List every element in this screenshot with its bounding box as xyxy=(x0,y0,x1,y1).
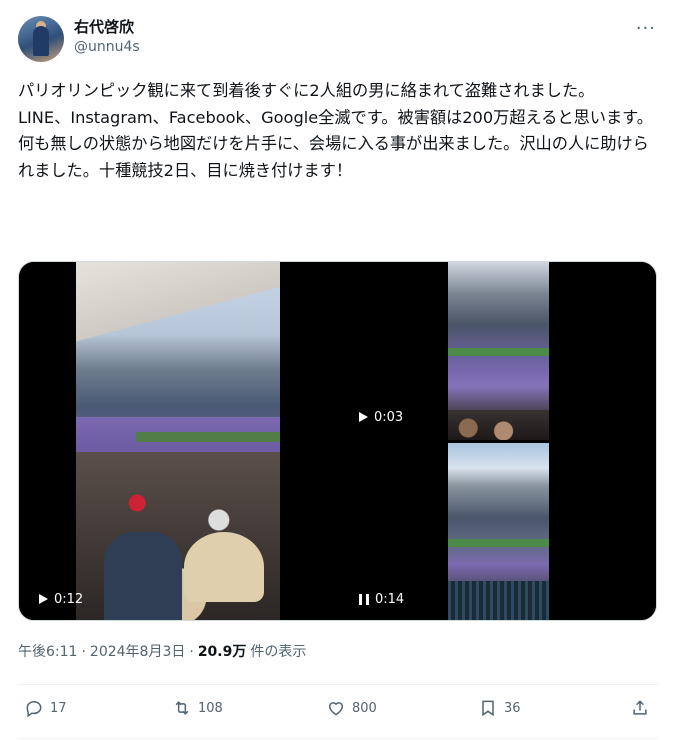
video-thumbnail xyxy=(448,262,549,440)
tweet-meta: 午後6:11 · 2024年8月3日 · 20.9万 件の表示 xyxy=(18,641,306,661)
play-icon xyxy=(39,594,48,604)
play-icon xyxy=(359,412,368,422)
video-thumbnail xyxy=(76,262,280,620)
divider xyxy=(18,684,658,685)
video-thumbnail xyxy=(448,443,549,620)
author-handle[interactable]: @unnu4s xyxy=(74,39,140,55)
video-duration: 0:14 xyxy=(375,591,405,607)
reply-button[interactable]: 17 xyxy=(24,698,67,718)
like-count: 800 xyxy=(352,700,377,716)
video-duration-badge[interactable]: 0:12 xyxy=(35,588,89,610)
author-display-name[interactable]: 右代啓欣 xyxy=(74,16,134,37)
tweet-text: パリオリンピック観に来て到着後すぐに2人組の男に絡まれて盗難されました。 LIN… xyxy=(18,81,653,180)
avatar[interactable] xyxy=(18,16,64,62)
tweet-post: 右代啓欣 @unnu4s ··· パリオリンピック観に来て到着後すぐに2人組の男… xyxy=(0,0,680,740)
share-button[interactable] xyxy=(630,698,650,718)
reply-icon xyxy=(26,700,42,718)
views-label: 件の表示 xyxy=(250,644,307,660)
views-count[interactable]: 20.9万 xyxy=(198,641,247,661)
post-date[interactable]: 2024年8月3日 xyxy=(90,641,185,661)
heart-icon xyxy=(328,702,344,716)
repost-count: 108 xyxy=(198,700,223,716)
repost-icon xyxy=(175,701,189,715)
meta-separator: · xyxy=(189,644,194,660)
video-duration-badge[interactable]: 0:14 xyxy=(355,588,410,610)
video-tile-2[interactable]: 0:03 xyxy=(339,262,656,440)
video-tile-1[interactable]: 0:12 xyxy=(19,262,336,620)
video-duration-badge[interactable]: 0:03 xyxy=(355,406,409,428)
bookmark-button[interactable]: 36 xyxy=(478,698,521,718)
bookmark-icon xyxy=(482,700,494,717)
video-duration: 0:12 xyxy=(54,591,84,607)
post-time[interactable]: 午後6:11 xyxy=(18,641,77,661)
share-icon xyxy=(633,700,647,715)
divider xyxy=(18,738,658,739)
video-duration: 0:03 xyxy=(374,409,404,425)
media-grid: 0:12 0:03 0:14 xyxy=(18,261,657,621)
reply-count: 17 xyxy=(50,700,67,716)
video-tile-3[interactable]: 0:14 xyxy=(339,443,656,620)
bookmark-count: 36 xyxy=(504,700,521,716)
more-icon[interactable]: ··· xyxy=(636,18,656,39)
repost-button[interactable]: 108 xyxy=(172,698,223,718)
meta-separator: · xyxy=(81,644,86,660)
pause-icon xyxy=(359,594,369,605)
like-button[interactable]: 800 xyxy=(326,698,377,718)
